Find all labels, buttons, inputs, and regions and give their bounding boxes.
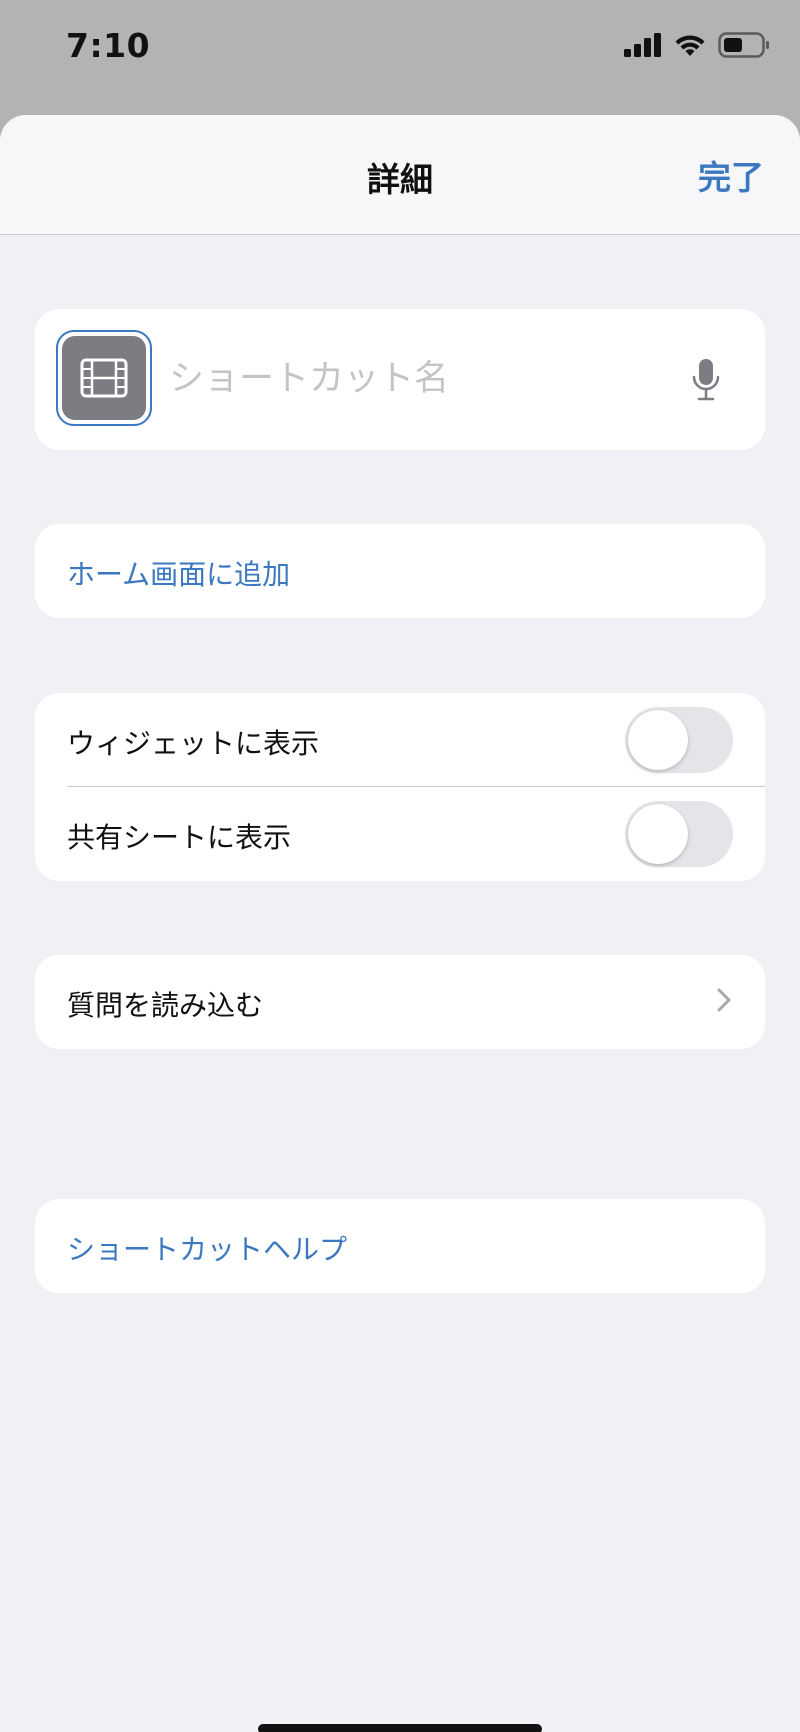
widget-label: ウィジェットに表示 [67, 727, 320, 760]
cellular-signal-icon [624, 33, 661, 57]
widget-toggle[interactable] [625, 707, 733, 773]
shortcut-name-input[interactable] [169, 351, 669, 407]
import-questions-label: 質問を読み込む [67, 989, 264, 1022]
share-sheet-toggle[interactable] [625, 801, 733, 867]
share-sheet-row: 共有シートに表示 [35, 787, 765, 881]
toggle-knob [628, 710, 688, 770]
share-sheet-label: 共有シートに表示 [67, 821, 292, 854]
chevron-right-icon [717, 988, 731, 1012]
home-indicator[interactable] [258, 1724, 542, 1732]
microphone-icon[interactable] [691, 358, 721, 402]
wifi-icon [675, 35, 705, 56]
page-title: 詳細 [367, 160, 433, 199]
done-button[interactable]: 完了 [698, 151, 764, 199]
status-bar: 7:10 [0, 0, 800, 115]
shortcut-name-card [35, 309, 765, 450]
battery-icon [718, 32, 769, 58]
status-icons [624, 32, 770, 58]
add-to-home-screen-link[interactable]: ホーム画面に追加 [67, 553, 290, 593]
import-questions-row[interactable]: 質問を読み込む [35, 955, 765, 1049]
visibility-settings-card: ウィジェットに表示 共有シートに表示 [35, 693, 765, 881]
widget-row: ウィジェットに表示 [35, 693, 765, 787]
film-icon [80, 358, 128, 398]
shortcut-help-link[interactable]: ショートカットヘルプ [67, 1228, 347, 1268]
shortcut-icon-tile [62, 336, 146, 420]
status-time: 7:10 [66, 26, 151, 65]
add-to-home-screen-card[interactable]: ホーム画面に追加 [35, 524, 765, 618]
shortcut-icon-button[interactable] [56, 330, 152, 426]
navigation-bar: 詳細 完了 [0, 115, 800, 235]
details-sheet: 詳細 完了 ショートカット名 ホーム画面に追加 ウィジェットに表示 共有シートに… [0, 115, 800, 1732]
toggle-knob [628, 804, 688, 864]
shortcut-help-card[interactable]: ショートカットヘルプ [35, 1199, 765, 1293]
